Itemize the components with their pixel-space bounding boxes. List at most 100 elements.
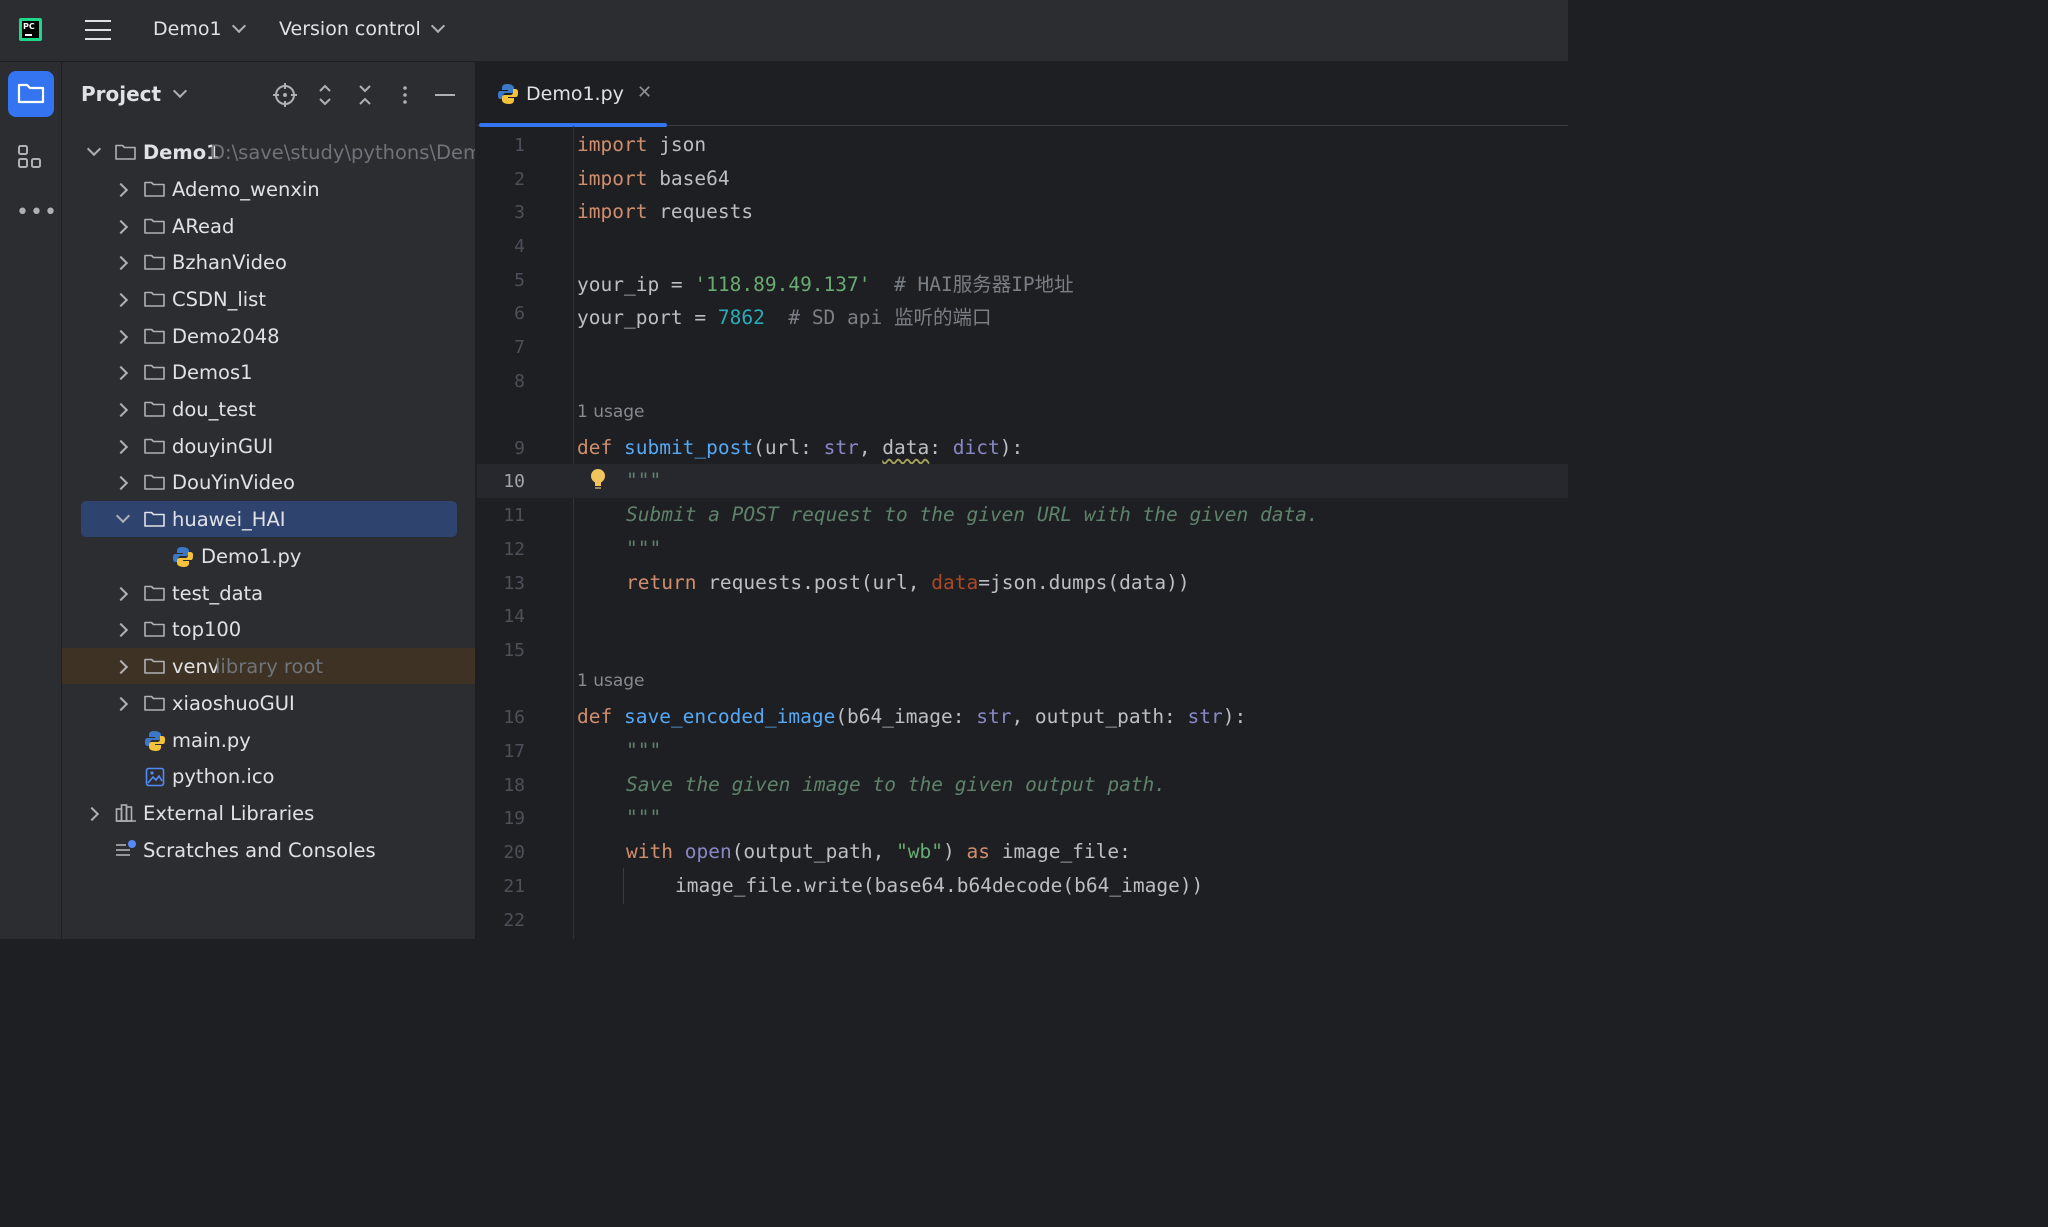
code-text: your_ip = xyxy=(577,273,695,296)
tree-item-folder[interactable]: Demo2048 xyxy=(62,318,475,354)
folder-icon xyxy=(144,328,165,344)
keyword: import xyxy=(577,167,648,190)
code-text: =json.dumps(data)) xyxy=(978,571,1190,594)
code-text: your_port = xyxy=(577,306,718,329)
code-line: 14 xyxy=(477,599,1568,633)
tree-item-folder[interactable]: xiaoshuoGUI xyxy=(62,685,475,721)
chevron-right-icon[interactable] xyxy=(113,329,129,345)
chevron-right-icon[interactable] xyxy=(113,586,129,602)
code-line: 16 def save_encoded_image(b64_image: str… xyxy=(477,700,1568,734)
tab-label: Demo1.py xyxy=(526,83,624,105)
tree-item-folder[interactable]: CSDN_list xyxy=(62,281,475,317)
builtin-type: str xyxy=(1187,705,1223,728)
more-tools-icon[interactable]: ••• xyxy=(16,202,58,224)
docstring: """ xyxy=(626,739,662,762)
code-line: 19 """ xyxy=(477,801,1568,835)
options-icon[interactable] xyxy=(392,82,418,108)
tree-item-folder[interactable]: Ademo_wenxin xyxy=(62,171,475,207)
line-number: 22 xyxy=(503,910,525,931)
tree-item-folder[interactable]: top100 xyxy=(62,611,475,647)
line-number: 18 xyxy=(503,775,525,796)
tree-item-venv[interactable]: venv library root xyxy=(62,648,475,684)
tree-item-label: Demo2048 xyxy=(172,324,280,348)
code-line: 18 Save the given image to the given out… xyxy=(477,768,1568,802)
line-number: 7 xyxy=(514,337,525,358)
chevron-right-icon[interactable] xyxy=(113,182,129,198)
parameter-warning[interactable]: data xyxy=(882,436,929,459)
chevron-right-icon[interactable] xyxy=(113,439,129,455)
line-number: 17 xyxy=(503,741,525,762)
tree-item-folder[interactable]: douyinGUI xyxy=(62,428,475,464)
tree-item-folder[interactable]: BzhanVideo xyxy=(62,244,475,280)
usage-hint[interactable]: 1 usage xyxy=(577,402,645,422)
line-number: 5 xyxy=(514,270,525,291)
chevron-right-icon[interactable] xyxy=(113,696,129,712)
tree-root-demo1[interactable]: Demo1 D:\save\study\pythons\Demo1 xyxy=(62,134,475,170)
code-text: json xyxy=(647,133,707,156)
tree-item-folder[interactable]: DouYinVideo xyxy=(62,464,475,500)
tree-item-folder[interactable]: Demos1 xyxy=(62,354,475,390)
code-area[interactable]: 1 import json 2 import base64 3 import r… xyxy=(477,126,1568,939)
locate-file-icon[interactable] xyxy=(272,82,298,108)
main-menu-icon[interactable] xyxy=(85,18,111,42)
chevron-right-icon[interactable] xyxy=(113,292,129,308)
folder-icon xyxy=(144,585,165,601)
library-icon xyxy=(115,804,136,822)
pycharm-logo-icon[interactable]: PC xyxy=(19,18,42,41)
project-tool-button[interactable] xyxy=(8,71,54,117)
chevron-down-icon[interactable] xyxy=(86,141,102,157)
chevron-right-icon[interactable] xyxy=(113,622,129,638)
line-number: 19 xyxy=(503,808,525,829)
tree-item-folder[interactable]: test_data xyxy=(62,575,475,611)
folder-icon xyxy=(144,181,165,197)
project-switcher[interactable]: Demo1 xyxy=(153,18,246,40)
chevron-right-icon[interactable] xyxy=(113,219,129,235)
tree-item-file[interactable]: python.ico xyxy=(62,758,475,794)
chevron-right-icon[interactable] xyxy=(113,402,129,418)
tree-item-label: main.py xyxy=(172,728,251,752)
tab-demo1-py[interactable]: Demo1.py ✕ xyxy=(477,62,667,127)
tree-item-external-libraries[interactable]: External Libraries xyxy=(62,795,475,831)
chevron-right-icon[interactable] xyxy=(113,255,129,271)
keyword: as xyxy=(966,840,990,863)
tree-item-label: python.ico xyxy=(172,764,275,788)
code-line: 13 return requests.post(url, data=json.d… xyxy=(477,566,1568,600)
code-line: 4 xyxy=(477,229,1568,263)
line-number: 9 xyxy=(514,438,525,459)
project-panel-title[interactable]: Project xyxy=(81,82,188,106)
chevron-down-icon xyxy=(231,18,246,34)
chevron-right-icon[interactable] xyxy=(113,365,129,381)
keyword: return xyxy=(626,571,697,594)
collapse-all-icon[interactable] xyxy=(352,82,378,108)
logo-text: PC xyxy=(23,22,35,31)
code-line: 7 xyxy=(477,330,1568,364)
close-icon[interactable]: ✕ xyxy=(637,82,652,103)
keyword: import xyxy=(577,200,648,223)
tree-item-file[interactable]: Demo1.py xyxy=(62,538,475,574)
lightbulb-icon[interactable] xyxy=(590,468,606,492)
folder-icon xyxy=(144,438,165,454)
python-file-icon xyxy=(498,84,518,104)
folder-icon xyxy=(144,474,165,490)
builtin-type: dict xyxy=(952,436,1000,459)
tree-root-label: Demo1 xyxy=(143,140,220,164)
tree-item-folder[interactable]: ARead xyxy=(62,208,475,244)
chevron-right-icon[interactable] xyxy=(84,806,100,822)
hide-panel-icon[interactable] xyxy=(432,82,458,108)
code-text: requests xyxy=(647,200,754,223)
structure-icon[interactable] xyxy=(17,144,43,170)
tree-item-label: CSDN_list xyxy=(172,287,266,311)
expand-all-icon[interactable] xyxy=(312,82,338,108)
code-line: 15 xyxy=(477,633,1568,667)
tree-item-scratches[interactable]: Scratches and Consoles xyxy=(62,832,475,868)
tree-item-label: ARead xyxy=(172,214,235,238)
code-line: 1 import json xyxy=(477,128,1568,162)
tree-item-label: Demos1 xyxy=(172,360,253,384)
chevron-right-icon[interactable] xyxy=(113,475,129,491)
usage-hint[interactable]: 1 usage xyxy=(577,671,645,691)
tree-item-folder-selected[interactable]: huawei_HAI xyxy=(62,501,475,537)
tree-item-file[interactable]: main.py xyxy=(62,722,475,758)
tree-item-folder[interactable]: dou_test xyxy=(62,391,475,427)
code-line: 11 Submit a POST request to the given UR… xyxy=(477,498,1568,532)
version-control-menu[interactable]: Version control xyxy=(279,18,445,40)
